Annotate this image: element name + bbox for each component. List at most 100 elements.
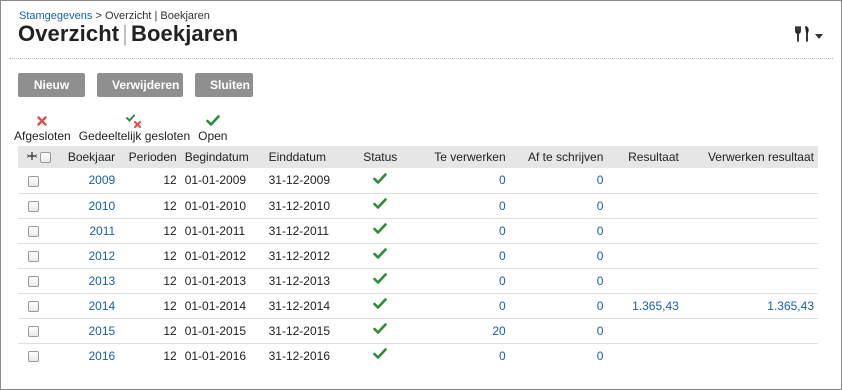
year-link[interactable]: 2016 (88, 349, 115, 363)
new-button[interactable]: Nieuw (18, 73, 85, 97)
row-checkbox[interactable] (28, 250, 39, 262)
to-process-link[interactable]: 0 (499, 249, 506, 263)
periods-cell: 12 (119, 267, 181, 293)
table-row: 2016 12 01-01-2016 31-12-2016 0 0 (18, 342, 818, 368)
result-link[interactable]: 1.365,43 (632, 299, 679, 313)
row-checkbox[interactable] (28, 175, 39, 187)
year-link[interactable]: 2015 (88, 324, 115, 338)
legend-item-open: Open (198, 113, 227, 143)
year-link[interactable]: 2014 (88, 299, 115, 313)
end-date-cell: 31-12-2016 (264, 342, 353, 368)
toolbar: Nieuw Verwijderen Sluiten (18, 73, 253, 97)
table-row: 2010 12 01-01-2010 31-12-2010 0 0 (18, 192, 818, 218)
chevron-down-icon (815, 29, 823, 43)
column-header-einddatum[interactable]: Einddatum (264, 146, 353, 168)
row-checkbox[interactable] (28, 275, 39, 287)
column-header-boekjaar[interactable]: Boekjaar (61, 146, 120, 168)
close-button[interactable]: Sluiten (195, 73, 253, 97)
tools-icon (795, 26, 811, 45)
column-header-af-te-schrijven[interactable]: Af te schrijven (509, 146, 608, 168)
column-header-perioden[interactable]: Perioden (119, 146, 181, 168)
process-result-link[interactable]: 1.365,43 (767, 299, 814, 313)
page-title-separator: | (122, 21, 128, 46)
green-check-icon (373, 223, 388, 238)
window-frame: Stamgegevens > Overzicht | Boekjaren Ove… (0, 0, 842, 390)
to-process-link[interactable]: 0 (499, 199, 506, 213)
delete-button[interactable]: Verwijderen (97, 73, 183, 97)
to-write-off-link[interactable]: 0 (597, 249, 604, 263)
partial-check-icon (126, 113, 142, 129)
to-write-off-link[interactable]: 0 (597, 199, 604, 213)
table-row: 2014 12 01-01-2014 31-12-2014 0 0 1.365,… (18, 292, 818, 318)
table-header-row: Boekjaar Perioden Begindatum Einddatum S… (18, 146, 818, 168)
header-divider (9, 58, 833, 59)
periods-cell: 12 (119, 292, 181, 318)
periods-cell: 12 (119, 192, 181, 218)
status-legend: Afgesloten Gedeeltelijk gesloten Open (14, 113, 227, 143)
select-all-checkbox[interactable] (40, 151, 51, 163)
row-checkbox[interactable] (28, 200, 39, 212)
table-row: 2009 12 01-01-2009 31-12-2009 0 0 (18, 168, 818, 193)
to-write-off-link[interactable]: 0 (597, 299, 604, 313)
to-process-link[interactable]: 0 (499, 299, 506, 313)
to-process-link[interactable]: 0 (499, 173, 506, 187)
legend-label-closed: Afgesloten (14, 129, 71, 143)
end-date-cell: 31-12-2014 (264, 292, 353, 318)
begin-date-cell: 01-01-2015 (180, 317, 265, 343)
begin-date-cell: 01-01-2016 (180, 342, 265, 368)
column-header-te-verwerken[interactable]: Te verwerken (407, 146, 510, 168)
table-row: 2013 12 01-01-2013 31-12-2013 0 0 (18, 267, 818, 293)
green-check-icon (373, 323, 388, 338)
table-row: 2012 12 01-01-2012 31-12-2012 0 0 (18, 242, 818, 268)
row-checkbox[interactable] (28, 225, 39, 237)
to-write-off-link[interactable]: 0 (597, 349, 604, 363)
year-link[interactable]: 2013 (88, 274, 115, 288)
periods-cell: 12 (119, 217, 181, 243)
to-process-link[interactable]: 0 (499, 274, 506, 288)
column-header-resultaat[interactable]: Resultaat (607, 146, 683, 168)
to-write-off-link[interactable]: 0 (597, 224, 604, 238)
page-title: Overzicht | Boekjaren (18, 21, 238, 47)
column-header-begindatum[interactable]: Begindatum (180, 146, 265, 168)
year-link[interactable]: 2009 (88, 173, 115, 187)
legend-label-open: Open (198, 129, 228, 143)
to-process-link[interactable]: 0 (499, 349, 506, 363)
begin-date-cell: 01-01-2013 (180, 267, 265, 293)
row-checkbox[interactable] (28, 351, 39, 363)
year-link[interactable]: 2010 (88, 199, 115, 213)
year-link[interactable]: 2012 (88, 249, 115, 263)
table-row: 2011 12 01-01-2011 31-12-2011 0 0 (18, 217, 818, 243)
page-title-part2: Boekjaren (131, 21, 239, 46)
fiscal-years-table: Boekjaar Perioden Begindatum Einddatum S… (18, 146, 818, 368)
to-write-off-link[interactable]: 0 (597, 173, 604, 187)
green-check-icon (373, 348, 388, 363)
to-process-link[interactable]: 0 (499, 224, 506, 238)
periods-cell: 12 (119, 342, 181, 368)
column-header-status[interactable]: Status (352, 146, 408, 168)
to-process-link[interactable]: 20 (492, 324, 505, 338)
begin-date-cell: 01-01-2009 (184, 173, 247, 188)
end-date-cell: 31-12-2010 (264, 192, 353, 218)
row-checkbox[interactable] (28, 300, 39, 312)
to-write-off-link[interactable]: 0 (597, 324, 604, 338)
periods-cell: 12 (119, 242, 181, 268)
column-header-verwerken-resultaat[interactable]: Verwerken resultaat (682, 146, 818, 168)
begin-date-cell: 01-01-2014 (180, 292, 265, 318)
end-date-cell: 31-12-2012 (264, 242, 353, 268)
to-write-off-link[interactable]: 0 (597, 274, 604, 288)
row-checkbox[interactable] (28, 325, 39, 337)
green-check-icon (373, 298, 388, 313)
end-date-cell: 31-12-2011 (264, 217, 353, 243)
periods-cell: 12 (119, 317, 181, 343)
expand-columns-icon[interactable] (26, 150, 38, 164)
select-column-header (18, 146, 62, 168)
year-link[interactable]: 2011 (89, 224, 115, 238)
page-title-part1: Overzicht (18, 21, 120, 46)
end-date-cell: 31-12-2009 (268, 173, 330, 188)
end-date-cell: 31-12-2015 (264, 317, 353, 343)
legend-item-closed: Afgesloten (14, 113, 71, 143)
green-check-icon (373, 172, 388, 188)
begin-date-cell: 01-01-2010 (180, 192, 265, 218)
periods-cell: 12 (163, 173, 177, 188)
tools-menu[interactable] (795, 26, 823, 45)
